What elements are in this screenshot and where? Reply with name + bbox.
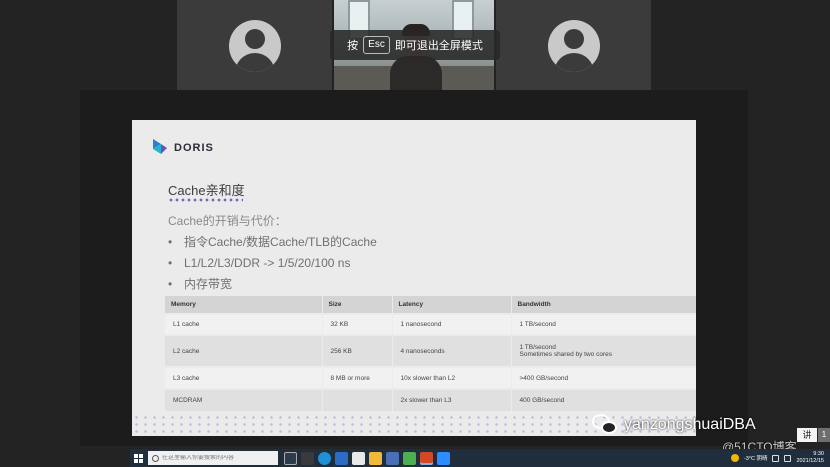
table-row: L3 cache 8 MB or more 10x slower than L2… bbox=[165, 366, 696, 389]
doris-logo: DORIS bbox=[152, 138, 214, 158]
cell-bandwidth: >400 GB/second bbox=[511, 366, 696, 389]
clock-time: 9:30 bbox=[813, 451, 824, 457]
cell-bandwidth: 1 TB/second bbox=[511, 313, 696, 335]
side-indicator[interactable]: 1 bbox=[818, 428, 830, 442]
taskbar-search[interactable] bbox=[148, 451, 278, 465]
hint-prefix: 按 bbox=[347, 40, 359, 52]
windows-logo-icon bbox=[133, 453, 143, 463]
powerpoint-icon[interactable] bbox=[420, 451, 433, 465]
meeting-app-icon[interactable] bbox=[437, 451, 450, 465]
header-memory: Memory bbox=[165, 296, 323, 314]
cell-memory: L1 cache bbox=[165, 313, 323, 335]
title-underline bbox=[168, 198, 243, 202]
widgets-icon[interactable] bbox=[301, 451, 314, 465]
cell-latency: 4 nanoseconds bbox=[392, 334, 512, 367]
bandwidth-note: Sometimes shared by two cores bbox=[519, 351, 612, 358]
file-explorer-icon[interactable] bbox=[369, 451, 382, 465]
watermark-account: yanzongshuaiDBA bbox=[624, 416, 756, 433]
search-input[interactable] bbox=[162, 455, 272, 461]
cell-size bbox=[322, 388, 393, 411]
table-header-row: Memory Size Latency Bandwidth bbox=[165, 296, 696, 314]
search-icon bbox=[152, 454, 159, 462]
mail-icon[interactable] bbox=[352, 451, 365, 465]
logo-text: DORIS bbox=[174, 142, 214, 154]
esc-key-badge: Esc bbox=[363, 36, 390, 54]
cell-memory: MCDRAM bbox=[165, 388, 323, 411]
bullet-list: • 指令Cache/数据Cache/TLB的Cache • L1/L2/L3/DDR… bbox=[168, 234, 377, 297]
cell-latency: 1 nanosecond bbox=[392, 313, 512, 335]
fullscreen-exit-hint: 按 Esc 即可退出全屏模式 bbox=[330, 30, 500, 60]
doris-logo-icon bbox=[153, 139, 167, 154]
person-silhouette-icon bbox=[547, 20, 600, 72]
cell-memory: L3 cache bbox=[165, 366, 323, 389]
shared-screen: DORIS Cache亲和度 Cache的开销与代价： • 指令Cache/数据C… bbox=[80, 90, 748, 446]
app-icon[interactable] bbox=[335, 451, 348, 465]
clock[interactable]: 9:30 2021/12/15 bbox=[796, 451, 824, 465]
meeting-window: 按 Esc 即可退出全屏模式 DORIS Cache亲和度 Cache的开销与代… bbox=[0, 0, 830, 467]
table-row: L2 cache 256 KB 4 nanoseconds 1 TB/secon… bbox=[165, 334, 696, 367]
wechat-icon bbox=[592, 414, 618, 436]
hint-suffix: 即可退出全屏模式 bbox=[394, 40, 483, 52]
memory-table: Memory Size Latency Bandwidth L1 cache 3… bbox=[165, 296, 696, 411]
cell-bandwidth: 1 TB/second Sometimes shared by two core… bbox=[511, 334, 696, 367]
ime-indicator[interactable]: 讲 bbox=[797, 428, 817, 442]
edge-browser-icon[interactable] bbox=[318, 451, 331, 465]
cell-bandwidth: 400 GB/second bbox=[511, 388, 696, 411]
wechat-watermark: yanzongshuaiDBA bbox=[592, 414, 756, 436]
weather-text[interactable]: -3°C 阴晴 bbox=[744, 454, 768, 462]
table-row: MCDRAM 2x slower than L3 400 GB/second bbox=[165, 388, 696, 411]
person-silhouette-icon bbox=[228, 20, 281, 72]
cell-size: 256 KB bbox=[322, 334, 393, 367]
network-icon[interactable] bbox=[772, 454, 780, 462]
cell-size: 32 KB bbox=[322, 313, 393, 335]
volume-icon[interactable] bbox=[784, 454, 792, 462]
table-row: L1 cache 32 KB 1 nanosecond 1 TB/second bbox=[165, 313, 696, 335]
taskbar: -3°C 阴晴 9:30 2021/12/15 bbox=[130, 449, 830, 467]
header-size: Size bbox=[322, 296, 393, 314]
app-icon[interactable] bbox=[403, 451, 416, 465]
start-button[interactable] bbox=[130, 449, 146, 467]
cell-memory: L2 cache bbox=[165, 334, 323, 367]
cell-size: 8 MB or more bbox=[322, 366, 393, 389]
presentation-slide: DORIS Cache亲和度 Cache的开销与代价： • 指令Cache/数据C… bbox=[132, 120, 696, 436]
cell-latency: 10x slower than L2 bbox=[392, 366, 512, 389]
slide-title: Cache亲和度 bbox=[168, 183, 245, 198]
bullet-item: • 指令Cache/数据Cache/TLB的Cache bbox=[168, 235, 377, 249]
app-icon[interactable] bbox=[386, 451, 399, 465]
header-latency: Latency bbox=[392, 296, 512, 314]
clock-date: 2021/12/15 bbox=[796, 458, 824, 464]
slide-intro: Cache的开销与代价： bbox=[168, 214, 287, 228]
task-view-icon[interactable] bbox=[284, 451, 297, 465]
bandwidth-value: 1 TB/second bbox=[519, 344, 556, 351]
header-bandwidth: Bandwidth bbox=[511, 296, 696, 314]
weather-icon bbox=[730, 454, 739, 462]
taskbar-apps bbox=[284, 451, 450, 465]
cell-latency: 2x slower than L3 bbox=[392, 388, 512, 411]
participant-tile[interactable] bbox=[177, 0, 332, 90]
bullet-item: • 内存带宽 bbox=[168, 277, 233, 291]
bullet-item: • L1/L2/L3/DDR -> 1/5/20/100 ns bbox=[168, 256, 351, 270]
system-tray: -3°C 阴晴 9:30 2021/12/15 bbox=[730, 451, 830, 465]
participant-tile[interactable] bbox=[496, 0, 651, 90]
